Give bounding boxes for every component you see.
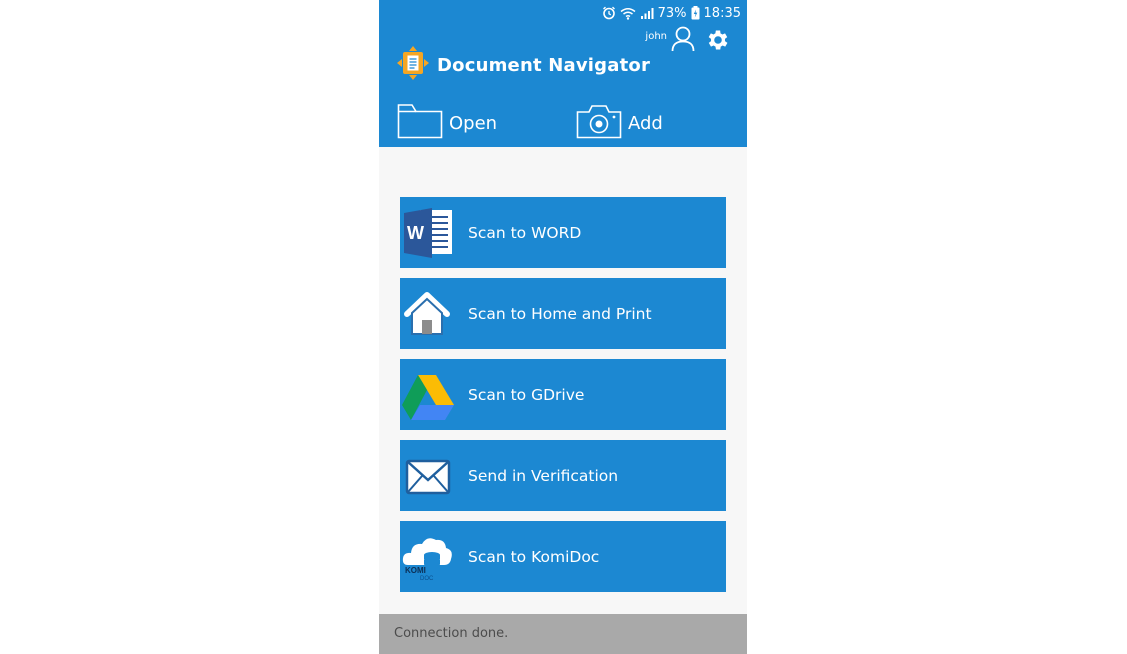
clock-time: 18:35 [703, 5, 741, 21]
user-name: john [645, 30, 667, 42]
app-logo-icon [397, 46, 429, 84]
home-icon [402, 286, 456, 342]
app-header: 73% 18:35 john Document Navigator Open A… [379, 0, 747, 147]
app-title: Document Navigator [437, 54, 651, 76]
komidoc-icon-text: KOMI [405, 566, 426, 575]
gdrive-icon [402, 367, 456, 423]
user-icon[interactable] [671, 26, 695, 56]
menu-label: Send in Verification [468, 466, 619, 485]
add-label: Add [628, 112, 663, 134]
user-account[interactable]: john [645, 26, 695, 56]
status-bar: 73% 18:35 [602, 4, 741, 22]
send-in-verification-button[interactable]: Send in Verification [400, 440, 726, 511]
signal-icon [640, 7, 654, 20]
menu-label: Scan to KomiDoc [468, 547, 600, 566]
wifi-icon [620, 7, 636, 20]
open-button[interactable]: Open [397, 103, 497, 143]
menu-label: Scan to GDrive [468, 385, 585, 404]
scan-menu: W Scan to WORD Scan to Home and Print Sc… [400, 197, 726, 602]
connection-status: Connection done. [394, 626, 509, 641]
komidoc-icon: KOMI DOC [402, 529, 456, 585]
alarm-icon [602, 6, 616, 20]
phone-screen: 73% 18:35 john Document Navigator Open A… [379, 0, 747, 654]
envelope-icon [402, 448, 456, 504]
svg-text:W: W [407, 223, 424, 243]
komidoc-icon-subtext: DOC [420, 576, 434, 582]
open-label: Open [449, 112, 498, 134]
menu-label: Scan to WORD [468, 223, 582, 242]
app-title-row: Document Navigator [397, 46, 651, 84]
camera-icon [576, 103, 622, 144]
scan-to-komidoc-button[interactable]: KOMI DOC Scan to KomiDoc [400, 521, 726, 592]
battery-charging-icon [691, 6, 700, 20]
settings-button[interactable] [705, 27, 731, 53]
scan-to-gdrive-button[interactable]: Scan to GDrive [400, 359, 726, 430]
battery-percentage: 73% [657, 5, 687, 21]
word-icon: W [402, 205, 456, 261]
menu-label: Scan to Home and Print [468, 304, 652, 323]
folder-icon [397, 103, 443, 144]
scan-to-home-button[interactable]: Scan to Home and Print [400, 278, 726, 349]
add-button[interactable]: Add [576, 103, 663, 143]
scan-to-word-button[interactable]: W Scan to WORD [400, 197, 726, 268]
gear-icon [705, 30, 731, 57]
status-footer: Connection done. [379, 614, 747, 654]
